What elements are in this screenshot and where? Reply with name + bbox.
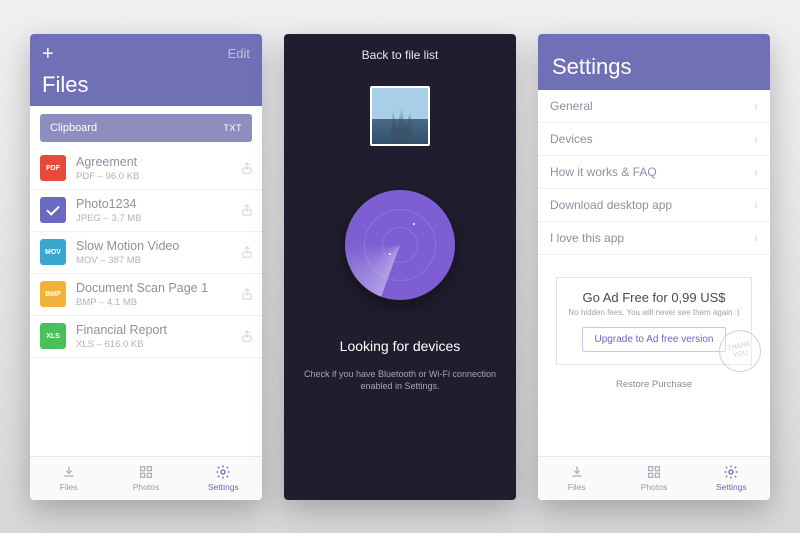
share-icon[interactable] (240, 328, 254, 344)
gear-icon (215, 464, 231, 480)
file-name: Document Scan Page 1 (76, 281, 240, 296)
tab-label: Settings (208, 482, 239, 492)
tab-files[interactable]: Files (538, 457, 615, 500)
gear-icon (723, 464, 739, 480)
settings-row[interactable]: Download desktop app › (538, 189, 770, 222)
settings-row[interactable]: I love this app › (538, 222, 770, 255)
page-title: Files (42, 72, 250, 98)
file-name: Agreement (76, 155, 240, 170)
promo-card: Go Ad Free for 0,99 US$ No hidden fees. … (556, 277, 752, 365)
file-list: PDF AgreementPDF – 96.0 KB Photo1234JPEG –… (30, 142, 262, 456)
chevron-right-icon: › (754, 231, 758, 245)
settings-list: General›Devices›How it works & FAQ›Downl… (538, 90, 770, 255)
share-icon[interactable] (240, 202, 254, 218)
file-meta: PDF – 96.0 KB (76, 171, 240, 182)
clipboard-label: Clipboard (50, 122, 97, 134)
tab-settings[interactable]: Settings (693, 457, 770, 500)
settings-row-label: How it works & FAQ (550, 165, 657, 179)
tab-photos[interactable]: Photos (615, 457, 692, 500)
chevron-right-icon: › (754, 99, 758, 113)
filetype-badge: PDF (40, 155, 66, 181)
edit-button[interactable]: Edit (228, 46, 250, 61)
settings-row[interactable]: General › (538, 90, 770, 123)
settings-row-label: General (550, 99, 593, 113)
grid-icon (138, 464, 154, 480)
restore-purchase-button[interactable]: Restore Purchase (538, 379, 770, 390)
tab-bar: Files Photos Settings (538, 456, 770, 500)
file-row[interactable]: BMP Document Scan Page 1BMP – 4.1 MB (30, 274, 262, 316)
file-row[interactable]: Photo1234JPEG – 3.7 MB (30, 190, 262, 232)
settings-row-label: Devices (550, 132, 593, 146)
settings-row[interactable]: How it works & FAQ › (538, 156, 770, 189)
filetype-badge: MOV (40, 239, 66, 265)
screen-settings: Settings General›Devices›How it works & … (538, 34, 770, 500)
file-name: Slow Motion Video (76, 239, 240, 254)
file-meta: BMP – 4.1 MB (76, 297, 240, 308)
tab-label: Settings (716, 482, 747, 492)
upgrade-button[interactable]: Upgrade to Ad free version (582, 327, 727, 352)
settings-row-label: I love this app (550, 231, 624, 245)
chevron-right-icon: › (754, 132, 758, 146)
grid-icon (646, 464, 662, 480)
chevron-right-icon: › (754, 165, 758, 179)
file-meta: JPEG – 3.7 MB (76, 213, 240, 224)
add-button[interactable]: + (42, 44, 54, 64)
file-thumbnail[interactable] (370, 86, 430, 146)
clipboard-row[interactable]: Clipboard TXT (40, 114, 252, 142)
file-meta: XLS – 616.0 KB (76, 339, 240, 350)
clipboard-ext: TXT (224, 123, 243, 133)
tab-label: Files (60, 482, 78, 492)
settings-row[interactable]: Devices › (538, 123, 770, 156)
download-icon (569, 464, 585, 480)
status-text: Looking for devices (284, 338, 516, 354)
tab-files[interactable]: Files (30, 457, 107, 500)
tab-photos[interactable]: Photos (107, 457, 184, 500)
filetype-badge: BMP (40, 281, 66, 307)
file-name: Financial Report (76, 323, 240, 338)
page-title: Settings (552, 54, 756, 80)
radar-icon (345, 190, 455, 300)
file-row[interactable]: XLS Financial ReportXLS – 616.0 KB (30, 316, 262, 358)
header: Settings (538, 34, 770, 90)
share-icon[interactable] (240, 244, 254, 260)
filetype-badge: XLS (40, 323, 66, 349)
tab-settings[interactable]: Settings (185, 457, 262, 500)
share-icon[interactable] (240, 160, 254, 176)
tab-label: Photos (641, 482, 667, 492)
share-icon[interactable] (240, 286, 254, 302)
promo-headline: Go Ad Free for 0,99 US$ (567, 290, 741, 305)
hint-text: Check if you have Bluetooth or Wi-Fi con… (284, 368, 516, 393)
file-meta: MOV – 387 MB (76, 255, 240, 266)
screen-radar: Back to file list Looking for devices Ch… (284, 34, 516, 500)
screen-files: + Edit Files Clipboard TXT PDFAgreementP… (30, 34, 262, 500)
download-icon (61, 464, 77, 480)
file-row[interactable]: PDF AgreementPDF – 96.0 KB (30, 148, 262, 190)
header: + Edit Files (30, 34, 262, 106)
filetype-badge (40, 197, 66, 223)
tab-label: Files (568, 482, 586, 492)
back-button[interactable]: Back to file list (284, 34, 516, 72)
file-name: Photo1234 (76, 197, 240, 212)
tab-bar: Files Photos Settings (30, 456, 262, 500)
promo-sub: No hidden fees. You will never see them … (567, 308, 741, 317)
tab-label: Photos (133, 482, 159, 492)
file-row[interactable]: MOV Slow Motion VideoMOV – 387 MB (30, 232, 262, 274)
chevron-right-icon: › (754, 198, 758, 212)
settings-row-label: Download desktop app (550, 198, 672, 212)
